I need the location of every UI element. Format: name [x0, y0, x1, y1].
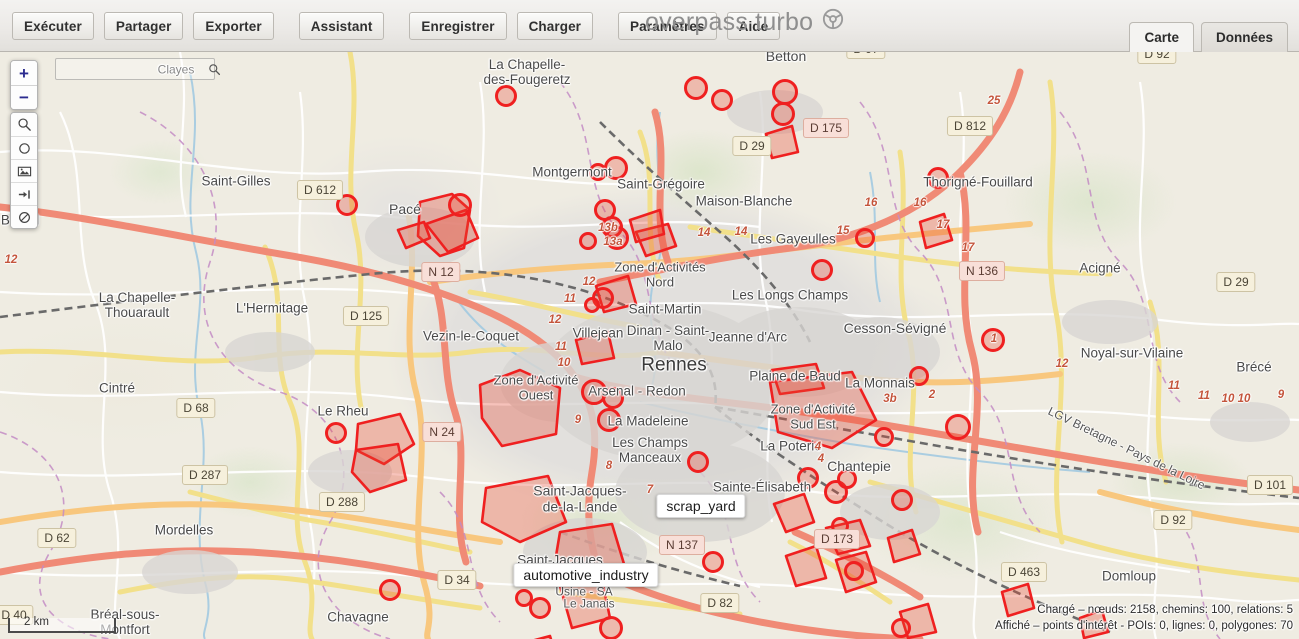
- result-node[interactable]: [844, 561, 864, 581]
- status-bar: Chargé – nœuds: 2158, chemins: 100, rela…: [995, 602, 1293, 635]
- result-node[interactable]: [874, 427, 894, 447]
- result-node[interactable]: [602, 387, 624, 409]
- wizard-button[interactable]: Assistant: [299, 12, 385, 40]
- result-node[interactable]: [909, 366, 929, 386]
- result-node[interactable]: [711, 89, 733, 111]
- search-icon[interactable]: [208, 63, 221, 76]
- result-node[interactable]: [772, 79, 798, 105]
- result-node[interactable]: [927, 167, 949, 189]
- scale-bar: 2 km: [8, 618, 116, 633]
- status-loaded-line: Chargé – nœuds: 2158, chemins: 100, rela…: [995, 602, 1293, 619]
- result-node[interactable]: [599, 616, 623, 639]
- result-node[interactable]: [336, 194, 358, 216]
- result-node[interactable]: [837, 469, 857, 489]
- tab-map[interactable]: Carte: [1129, 22, 1194, 52]
- circle-tool-icon[interactable]: [11, 136, 37, 159]
- main-toolbar: Exécuter Partager Exporter Assistant Enr…: [0, 0, 1299, 52]
- feature-tooltip[interactable]: automotive_industry: [513, 563, 658, 587]
- share-button[interactable]: Partager: [104, 12, 184, 40]
- app-title: overpass turbo: [645, 8, 844, 37]
- arrow-to-bar-icon[interactable]: [11, 182, 37, 205]
- result-node[interactable]: [797, 467, 819, 489]
- result-node[interactable]: [687, 451, 709, 473]
- result-node[interactable]: [597, 408, 621, 432]
- status-displayed-line: Affiché – points d'intérêt - POIs: 0, li…: [995, 618, 1293, 635]
- view-tabs: Carte Données: [1129, 22, 1288, 52]
- export-button[interactable]: Exporter: [193, 12, 273, 40]
- no-entry-icon[interactable]: [11, 205, 37, 228]
- map-search-box[interactable]: [55, 58, 215, 80]
- tab-data[interactable]: Données: [1201, 22, 1288, 52]
- map-search-input[interactable]: [56, 63, 208, 75]
- image-tool-icon[interactable]: [11, 159, 37, 182]
- result-node[interactable]: [891, 618, 911, 638]
- result-node[interactable]: [831, 517, 849, 535]
- feature-tooltip[interactable]: scrap_yard: [656, 494, 745, 518]
- scale-bar-label: 2 km: [24, 616, 49, 628]
- result-node[interactable]: [684, 76, 708, 100]
- zoom-out-button[interactable]: −: [11, 85, 37, 109]
- app-title-text: overpass turbo: [645, 8, 813, 37]
- overpass-turbo-app: Exécuter Partager Exporter Assistant Enr…: [0, 0, 1299, 639]
- result-node[interactable]: [855, 228, 875, 248]
- result-node[interactable]: [981, 328, 1005, 352]
- load-button[interactable]: Charger: [517, 12, 593, 40]
- result-node[interactable]: [702, 551, 724, 573]
- steering-wheel-icon: [822, 8, 844, 37]
- result-node[interactable]: [604, 156, 628, 180]
- save-button[interactable]: Enregistrer: [409, 12, 506, 40]
- result-node[interactable]: [891, 489, 913, 511]
- result-node[interactable]: [448, 193, 472, 217]
- result-node[interactable]: [771, 102, 795, 126]
- result-node[interactable]: [579, 232, 597, 250]
- map-view[interactable]: RennesCesson-SévignéBettonPacéChantepieA…: [0, 52, 1299, 639]
- zoom-tool-icon[interactable]: [11, 113, 37, 136]
- result-node[interactable]: [325, 422, 347, 444]
- result-node[interactable]: [605, 226, 629, 250]
- result-node[interactable]: [811, 259, 833, 281]
- zoom-in-button[interactable]: +: [11, 61, 37, 85]
- result-node[interactable]: [495, 85, 517, 107]
- result-node[interactable]: [584, 297, 600, 313]
- run-button[interactable]: Exécuter: [12, 12, 94, 40]
- result-node[interactable]: [379, 579, 401, 601]
- result-node[interactable]: [515, 589, 533, 607]
- result-node solid[interactable]: [945, 414, 971, 440]
- overpass-polygons: [0, 52, 1299, 639]
- result-node[interactable]: [589, 163, 607, 181]
- map-tool-controls: [10, 112, 38, 229]
- zoom-controls: + −: [10, 60, 38, 110]
